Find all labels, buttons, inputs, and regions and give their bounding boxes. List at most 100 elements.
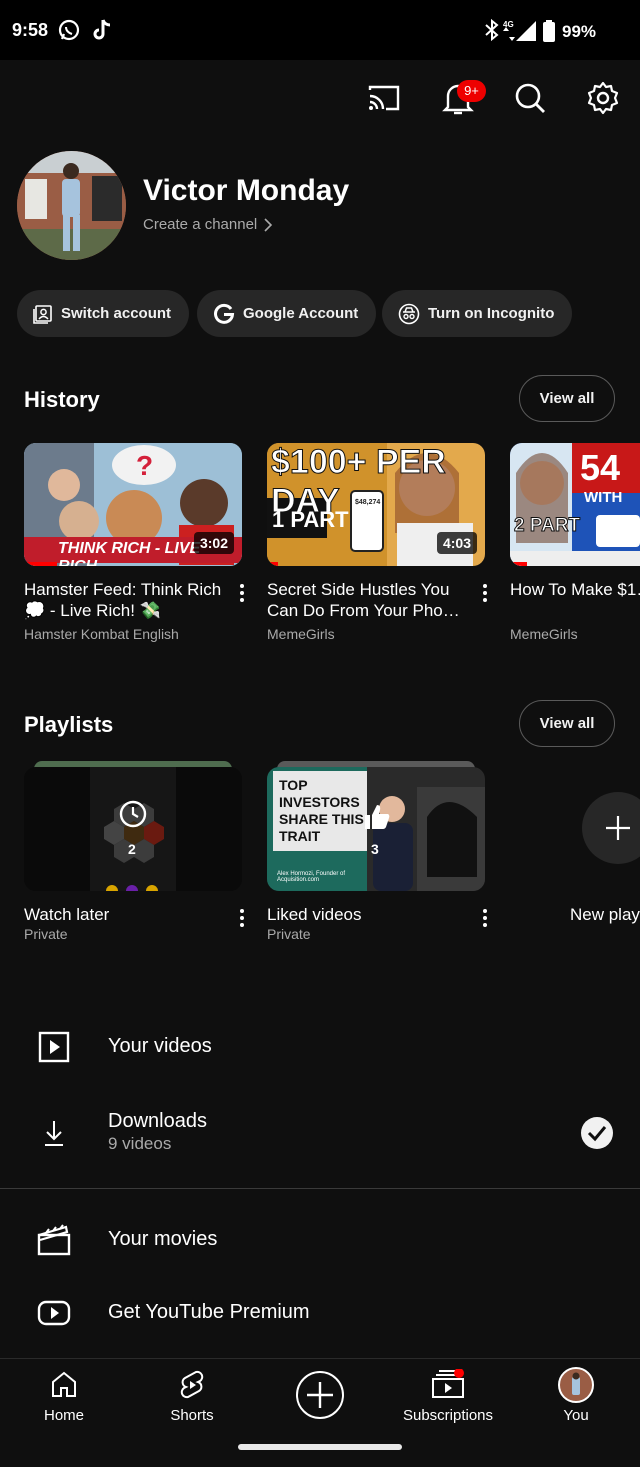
download-icon <box>45 1121 63 1146</box>
you-avatar-icon <box>558 1367 594 1403</box>
section-divider <box>0 1188 640 1189</box>
your-videos-label: Your videos <box>108 1035 212 1057</box>
signal-icon <box>516 21 536 41</box>
battery-icon <box>543 20 555 42</box>
youtube-premium-label: Get YouTube Premium <box>108 1301 310 1323</box>
home-gesture-bar[interactable] <box>238 1444 402 1450</box>
incognito-chip[interactable]: Turn on Incognito <box>382 290 573 337</box>
nav-home[interactable]: Home <box>0 1359 128 1439</box>
incognito-label: Turn on Incognito <box>428 305 555 322</box>
search-icon[interactable] <box>510 78 550 118</box>
playlist-count: 2 <box>128 841 136 857</box>
status-bar: 9:58 4G 99% <box>0 0 640 60</box>
thumbnail-text: 54 <box>580 447 621 488</box>
video-title[interactable]: Secret Side Hustles You Can Do From Your… <box>267 579 467 621</box>
youtube-premium-row[interactable]: Get YouTube Premium <box>0 1277 640 1349</box>
video-channel: MemeGirls <box>267 626 335 642</box>
subscriptions-icon <box>432 1369 464 1398</box>
check-icon <box>587 1126 607 1142</box>
switch-account-icon <box>33 304 52 324</box>
playlist-privacy: Private <box>267 926 311 942</box>
downloads-count: 9 videos <box>108 1134 172 1153</box>
thumbnail-text: TOP INVESTORS SHARE THIS TRAIT <box>279 777 364 844</box>
create-plus-icon <box>296 1371 344 1419</box>
your-movies-label: Your movies <box>108 1228 218 1250</box>
nav-subscriptions-label: Subscriptions <box>402 1407 494 1424</box>
create-channel-link[interactable]: Create a channel <box>143 216 257 233</box>
video-channel: Hamster Kombat English <box>24 626 179 642</box>
notification-count-badge: 9+ <box>457 80 486 102</box>
history-video-thumbnail[interactable]: ? THINK RICH - LIVE RICH 3:02 <box>24 443 242 566</box>
watch-progress-bar <box>510 562 527 566</box>
nav-home-label: Home <box>43 1407 84 1424</box>
network-type: 4G <box>503 20 514 29</box>
switch-account-chip[interactable]: Switch account <box>17 290 190 337</box>
more-options-icon[interactable] <box>239 908 245 928</box>
new-playlist-label[interactable]: New playlist <box>570 905 640 925</box>
history-title: History <box>24 387 100 412</box>
bottom-navigation: Home Shorts Subscriptions You <box>0 1358 640 1467</box>
profile-photo <box>17 151 126 260</box>
playlist-privacy: Private <box>24 926 68 942</box>
data-arrows-icon <box>503 27 515 41</box>
switch-account-label: Switch account <box>61 305 172 322</box>
more-options-icon[interactable] <box>482 908 488 928</box>
new-playlist-button[interactable] <box>582 792 640 864</box>
nav-create[interactable] <box>256 1359 384 1439</box>
status-time: 9:58 <box>12 20 49 40</box>
cast-icon[interactable] <box>364 78 404 118</box>
profile-name: Victor Monday <box>143 174 350 207</box>
your-videos-row[interactable]: Your videos <box>0 1011 640 1083</box>
shorts-icon <box>180 1370 204 1399</box>
battery-percent: 99% <box>562 22 597 41</box>
liked-videos-thumbnail[interactable]: TOP INVESTORS SHARE THIS TRAIT Alex Horm… <box>267 767 485 891</box>
watch-progress-bar <box>24 562 57 566</box>
nav-you[interactable]: You <box>512 1359 640 1439</box>
plus-icon <box>606 816 630 840</box>
nav-shorts-label: Shorts <box>170 1407 214 1424</box>
thumbnail-subtext: 2 PART <box>513 515 581 537</box>
profile-avatar[interactable] <box>17 151 126 260</box>
video-channel: MemeGirls <box>510 626 578 642</box>
video-title[interactable]: Hamster Feed: Think Rich 💭 - Live Rich! … <box>24 579 224 621</box>
video-title[interactable]: How To Make $1… With AI Tools | F… <box>510 579 640 600</box>
thumbnail-subtext: 1 PART <box>272 507 349 532</box>
whatsapp-icon <box>58 19 80 41</box>
playlist-title[interactable]: Watch later <box>24 905 109 925</box>
google-account-label: Google Account <box>243 305 359 322</box>
more-options-icon[interactable] <box>482 583 488 603</box>
thumbs-up-icon <box>365 805 390 829</box>
nav-you-label: You <box>563 1407 589 1424</box>
bluetooth-icon <box>485 18 499 42</box>
clapperboard-icon <box>37 1224 71 1256</box>
nav-shorts[interactable]: Shorts <box>128 1359 256 1439</box>
more-options-icon[interactable] <box>239 583 245 603</box>
play-square-icon <box>38 1031 70 1063</box>
tiktok-icon <box>93 19 111 40</box>
playlist-title[interactable]: Liked videos <box>267 905 362 925</box>
downloads-row[interactable]: Downloads 9 videos <box>0 1097 640 1169</box>
thumbnail-extra-text: WITH <box>584 489 623 506</box>
history-view-all-button[interactable]: View all <box>519 375 615 422</box>
google-account-chip[interactable]: Google Account <box>197 290 377 337</box>
nav-subscriptions[interactable]: Subscriptions <box>384 1359 512 1439</box>
thumbnail-image <box>24 767 242 891</box>
your-movies-row[interactable]: Your movies <box>0 1204 640 1276</box>
thumbnail-amount: $48,274 <box>355 499 381 506</box>
watch-progress-bar <box>267 562 278 566</box>
video-duration: 3:02 <box>193 532 234 554</box>
playlists-view-all-button[interactable]: View all <box>519 700 615 747</box>
youtube-logo-icon <box>37 1300 71 1326</box>
settings-gear-icon[interactable] <box>583 78 623 118</box>
playlist-count: 3 <box>371 841 379 857</box>
downloads-label: Downloads <box>108 1110 207 1132</box>
chevron-right-icon <box>264 218 273 232</box>
top-actions <box>0 60 640 136</box>
home-icon <box>52 1371 76 1397</box>
watch-later-thumbnail[interactable]: 2 <box>24 767 242 891</box>
playlists-title: Playlists <box>24 712 114 737</box>
incognito-icon <box>398 303 420 324</box>
history-video-thumbnail[interactable]: 54 WITH 2 PART <box>510 443 640 566</box>
google-g-icon <box>214 303 235 324</box>
history-video-thumbnail[interactable]: $100+ PER DAY 1 PART $48,274 4:03 <box>267 443 485 566</box>
